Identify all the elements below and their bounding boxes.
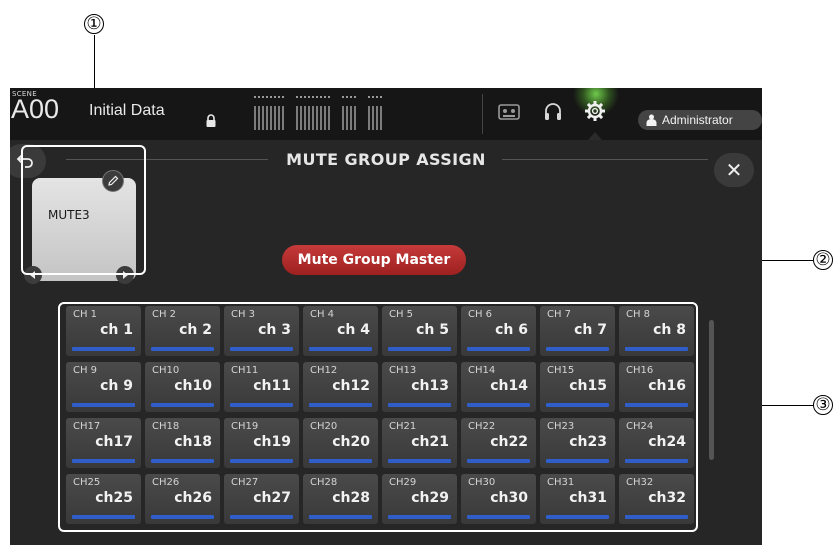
meter-bar [354, 106, 356, 130]
meter-bar [350, 106, 352, 130]
scene-name[interactable]: Initial Data [89, 102, 165, 120]
callout-3-frame [58, 302, 698, 532]
menu-caret [588, 132, 602, 140]
headphones-icon[interactable] [544, 102, 562, 122]
meter-bar [282, 106, 284, 130]
meter-bar [342, 106, 344, 130]
meter-bar [266, 106, 268, 130]
meter-bar [368, 106, 370, 130]
user-button[interactable]: Administrator [638, 110, 762, 130]
callout-3: ③ [813, 395, 833, 415]
meter-bar [312, 106, 314, 130]
user-icon [646, 114, 657, 126]
close-button[interactable]: ✕ [714, 153, 754, 187]
meter-bar [270, 106, 272, 130]
meter-bar [380, 106, 382, 130]
close-icon: ✕ [725, 158, 743, 182]
scrollbar[interactable] [709, 320, 714, 460]
toolbar-divider [482, 94, 483, 134]
meter-group-1 [254, 96, 284, 130]
meter-peak-row [368, 96, 382, 98]
meter-bar [278, 106, 280, 130]
meter-bar [262, 106, 264, 130]
meter-bar [254, 106, 256, 130]
level-meters[interactable] [254, 96, 382, 130]
meter-bar [274, 106, 276, 130]
callout-1: ① [84, 14, 104, 34]
callout-2: ② [813, 250, 833, 270]
recorder-icon[interactable] [498, 104, 520, 120]
scene-number[interactable]: A00 [11, 94, 59, 125]
meter-bar [372, 106, 374, 130]
meter-bar [258, 106, 260, 130]
meter-bar [376, 106, 378, 130]
lock-icon[interactable] [204, 114, 218, 128]
meter-group-3 [342, 96, 356, 130]
meter-group-4 [368, 96, 382, 130]
meter-bar [320, 106, 322, 130]
meter-peak-row [342, 96, 356, 98]
mute-group-master-button[interactable]: Mute Group Master [282, 245, 466, 275]
meter-bar [324, 106, 326, 130]
gear-icon[interactable] [585, 101, 605, 121]
top-bar: SCENE A00 Initial Data Administrator [10, 88, 762, 140]
meter-bar [308, 106, 310, 130]
meter-bar [300, 106, 302, 130]
meter-peak-row [254, 96, 284, 98]
meter-group-2 [296, 96, 330, 130]
meter-bar [316, 106, 318, 130]
user-name: Administrator [662, 113, 733, 127]
meter-bar [304, 106, 306, 130]
callout-1-frame [21, 145, 146, 275]
title-rule-right [502, 159, 708, 160]
meter-peak-row [296, 96, 330, 98]
meter-bar [328, 106, 330, 130]
meter-bar [296, 106, 298, 130]
meter-bar [346, 106, 348, 130]
